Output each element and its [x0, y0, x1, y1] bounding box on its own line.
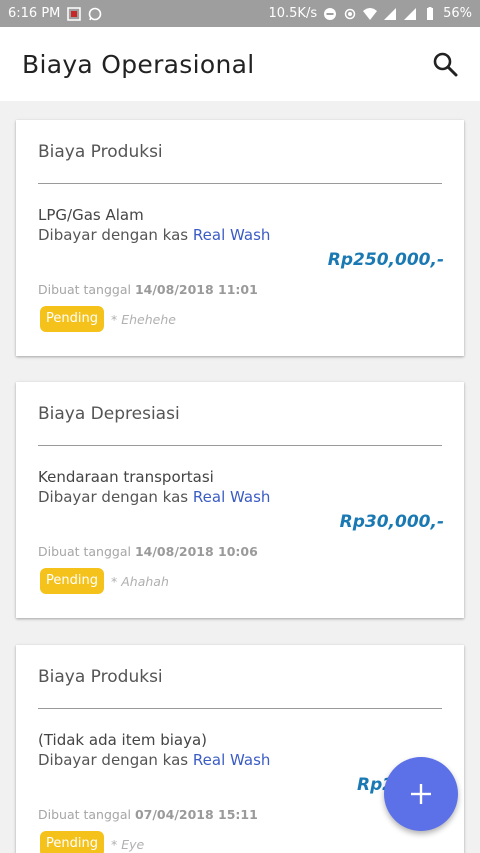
created-label: Dibuat tanggal [38, 282, 131, 297]
card-amount: Rp250,000,- [327, 250, 444, 270]
card-paid-with: Dibayar dengan kas Real Wash [38, 751, 270, 769]
card-divider [38, 708, 442, 709]
card-divider [38, 445, 442, 446]
search-icon [433, 52, 458, 77]
status-badge: Pending [40, 306, 104, 332]
created-date: 14/08/2018 10:06 [134, 544, 258, 559]
card-category: Biaya Produksi [38, 667, 163, 687]
card-created: Dibuat tanggal 14/08/2018 10:06 [38, 544, 258, 559]
card-created: Dibuat tanggal 14/08/2018 11:01 [38, 282, 258, 297]
paid-prefix: Dibayar dengan kas [38, 226, 189, 244]
page-title: Biaya Operasional [22, 49, 255, 79]
card-paid-with: Dibayar dengan kas Real Wash [38, 226, 270, 244]
card-note: * Eye [111, 837, 145, 852]
app-notification-icon [67, 6, 82, 21]
created-date: 14/08/2018 11:01 [134, 282, 258, 297]
card-divider [38, 183, 442, 184]
card-amount: Rp30,000,- [339, 512, 444, 532]
paid-prefix: Dibayar dengan kas [38, 488, 189, 506]
status-badge: Pending [40, 568, 104, 594]
account-link[interactable]: Real Wash [193, 751, 271, 769]
created-label: Dibuat tanggal [38, 544, 131, 559]
account-link[interactable]: Real Wash [193, 488, 271, 506]
created-label: Dibuat tanggal [38, 807, 131, 822]
card-item: LPG/Gas Alam [38, 206, 144, 224]
location-icon [344, 8, 356, 19]
network-speed: 10.5K/s [268, 6, 318, 21]
signal-2-icon [404, 7, 417, 20]
expense-card[interactable]: Biaya Produksi LPG/Gas Alam Dibayar deng… [16, 120, 464, 356]
card-note: * Ahahah [111, 574, 169, 589]
card-item: Kendaraan transportasi [38, 468, 214, 486]
expense-list[interactable]: Biaya Produksi LPG/Gas Alam Dibayar deng… [0, 101, 480, 853]
account-link[interactable]: Real Wash [193, 226, 271, 244]
card-category: Biaya Depresiasi [38, 404, 180, 424]
whatsapp-icon [89, 7, 102, 20]
status-badge: Pending [40, 831, 104, 853]
app-bar: Biaya Operasional [0, 27, 480, 101]
paid-prefix: Dibayar dengan kas [38, 751, 189, 769]
created-date: 07/04/2018 15:11 [134, 807, 258, 822]
wifi-icon [363, 7, 378, 20]
battery-icon [427, 6, 434, 20]
card-created: Dibuat tanggal 07/04/2018 15:11 [38, 807, 258, 822]
status-bar: 6:16 PM 10.5K/s 56% [0, 0, 480, 27]
do-not-disturb-icon [324, 7, 337, 20]
card-paid-with: Dibayar dengan kas Real Wash [38, 488, 270, 506]
card-category: Biaya Produksi [38, 142, 163, 162]
expense-card[interactable]: Biaya Depresiasi Kendaraan transportasi … [16, 382, 464, 618]
card-item: (Tidak ada item biaya) [38, 731, 208, 749]
card-note: * Ehehehe [111, 312, 176, 327]
plus-icon [411, 784, 431, 804]
signal-icon [384, 7, 397, 20]
battery-level: 56% [443, 6, 472, 21]
status-time: 6:16 PM [8, 6, 61, 21]
add-expense-button[interactable] [384, 757, 458, 831]
search-button[interactable] [430, 49, 460, 79]
